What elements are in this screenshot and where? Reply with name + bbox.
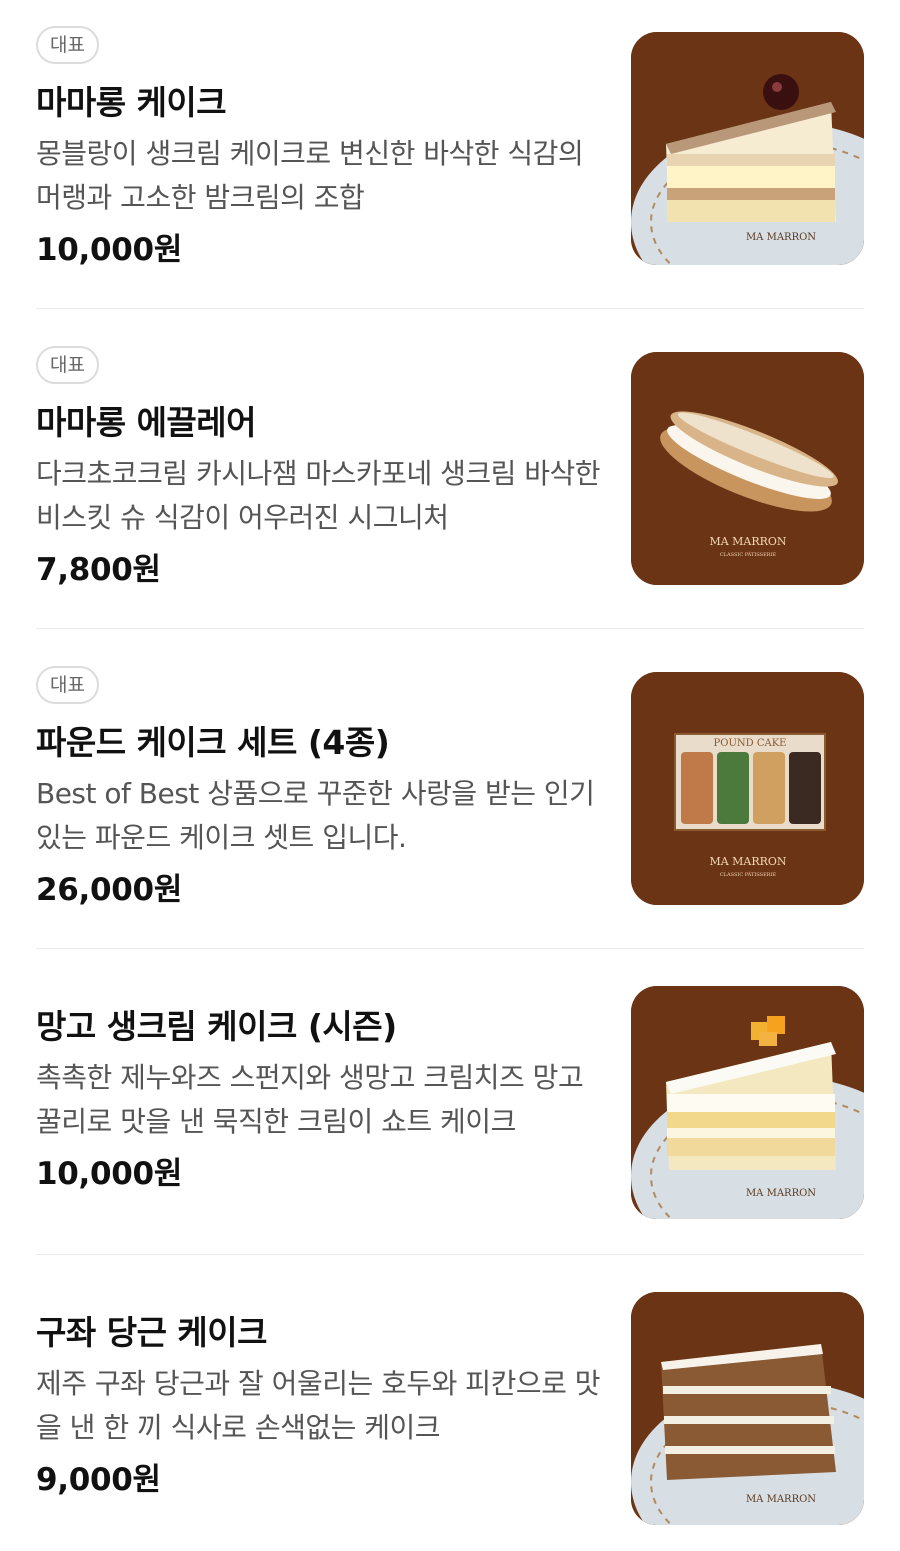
divider	[36, 628, 864, 629]
menu-item-info: 망고 생크림 케이크 (시즌) 촉촉한 제누와즈 스펀지와 생망고 크림치즈 망…	[36, 1000, 606, 1193]
menu-item-info: 구좌 당근 케이크 제주 구좌 당근과 잘 어울리는 호두와 피칸으로 맛을 낸…	[36, 1306, 606, 1499]
menu-item-description: 다크초코크림 카시나잼 마스카포네 생크림 바삭한 비스킷 슈 식감이 어우러진…	[36, 457, 601, 534]
menu-item-price: 9,000원	[36, 1462, 161, 1498]
menu-item-image[interactable]: POUND CAKE MA MARRON CLASSIC PÂTISSERIE	[631, 672, 864, 905]
menu-item-description: 촉촉한 제누와즈 스펀지와 생망고 크림치즈 망고 꿀리로 맛을 낸 묵직한 크…	[36, 1061, 584, 1138]
divider	[36, 948, 864, 949]
menu-item-info: 대표 마마롱 에끌레어 다크초코크림 카시나잼 마스카포네 생크림 바삭한 비스…	[36, 346, 606, 589]
menu-item-image[interactable]: MA MARRON	[631, 32, 864, 265]
menu-item[interactable]: 구좌 당근 케이크 제주 구좌 당근과 잘 어울리는 호두와 피칸으로 맛을 낸…	[36, 1292, 864, 1546]
menu-item-price: 7,800원	[36, 552, 161, 588]
menu-item[interactable]: 대표 마마롱 케이크 몽블랑이 생크림 케이크로 변신한 바삭한 식감의 머랭과…	[36, 26, 864, 276]
cake-slice-chestnut-icon: MA MARRON	[631, 32, 864, 265]
signature-badge: 대표	[36, 26, 99, 64]
menu-list: 대표 마마롱 케이크 몽블랑이 생크림 케이크로 변신한 바삭한 식감의 머랭과…	[0, 0, 900, 1551]
brand-sub-label: CLASSIC PÂTISSERIE	[720, 551, 777, 558]
menu-item-description: 제주 구좌 당근과 잘 어울리는 호두와 피칸으로 맛을 낸 한 끼 식사로 손…	[36, 1367, 601, 1444]
menu-item-price: 10,000원	[36, 1156, 183, 1192]
divider	[36, 308, 864, 309]
eclair-icon: MA MARRON CLASSIC PÂTISSERIE	[631, 352, 864, 585]
menu-item[interactable]: 망고 생크림 케이크 (시즌) 촉촉한 제누와즈 스펀지와 생망고 크림치즈 망…	[36, 986, 864, 1250]
menu-item-description: 몽블랑이 생크림 케이크로 변신한 바삭한 식감의 머랭과 고소한 밤크림의 조…	[36, 137, 584, 214]
menu-item-name: 마마롱 에끌레어	[36, 403, 257, 442]
signature-badge: 대표	[36, 666, 99, 704]
menu-item-name: 파운드 케이크 세트 (4종)	[36, 723, 390, 762]
menu-item-name: 마마롱 케이크	[36, 83, 227, 122]
menu-item-description: Best of Best 상품으로 꾸준한 사랑을 받는 인기있는 파운드 케이…	[36, 777, 595, 854]
cake-slice-mango-icon: MA MARRON	[631, 986, 864, 1219]
cake-slice-carrot-icon: MA MARRON	[631, 1292, 864, 1525]
menu-item-image[interactable]: MA MARRON CLASSIC PÂTISSERIE	[631, 352, 864, 585]
brand-label: MA MARRON	[746, 232, 816, 243]
menu-item-image[interactable]: MA MARRON	[631, 1292, 864, 1525]
brand-label: MA MARRON	[709, 855, 786, 868]
menu-item-info: 대표 파운드 케이크 세트 (4종) Best of Best 상품으로 꾸준한…	[36, 666, 606, 909]
brand-label: MA MARRON	[746, 1494, 816, 1505]
menu-item-price: 26,000원	[36, 872, 183, 908]
menu-item-price: 10,000원	[36, 232, 183, 268]
divider	[36, 1254, 864, 1255]
signature-badge: 대표	[36, 346, 99, 384]
menu-item-info: 대표 마마롱 케이크 몽블랑이 생크림 케이크로 변신한 바삭한 식감의 머랭과…	[36, 26, 606, 269]
pound-cake-box-icon: POUND CAKE MA MARRON CLASSIC PÂTISSERIE	[631, 672, 864, 905]
menu-item-name: 구좌 당근 케이크	[36, 1313, 268, 1352]
brand-label: MA MARRON	[746, 1188, 816, 1199]
brand-sub-label: CLASSIC PÂTISSERIE	[720, 871, 777, 878]
menu-item-image[interactable]: MA MARRON	[631, 986, 864, 1219]
menu-item[interactable]: 대표 파운드 케이크 세트 (4종) Best of Best 상품으로 꾸준한…	[36, 666, 864, 916]
menu-item-name: 망고 생크림 케이크 (시즌)	[36, 1007, 397, 1046]
brand-label: MA MARRON	[709, 535, 786, 548]
menu-item[interactable]: 대표 마마롱 에끌레어 다크초코크림 카시나잼 마스카포네 생크림 바삭한 비스…	[36, 346, 864, 596]
box-label: POUND CAKE	[714, 738, 787, 749]
